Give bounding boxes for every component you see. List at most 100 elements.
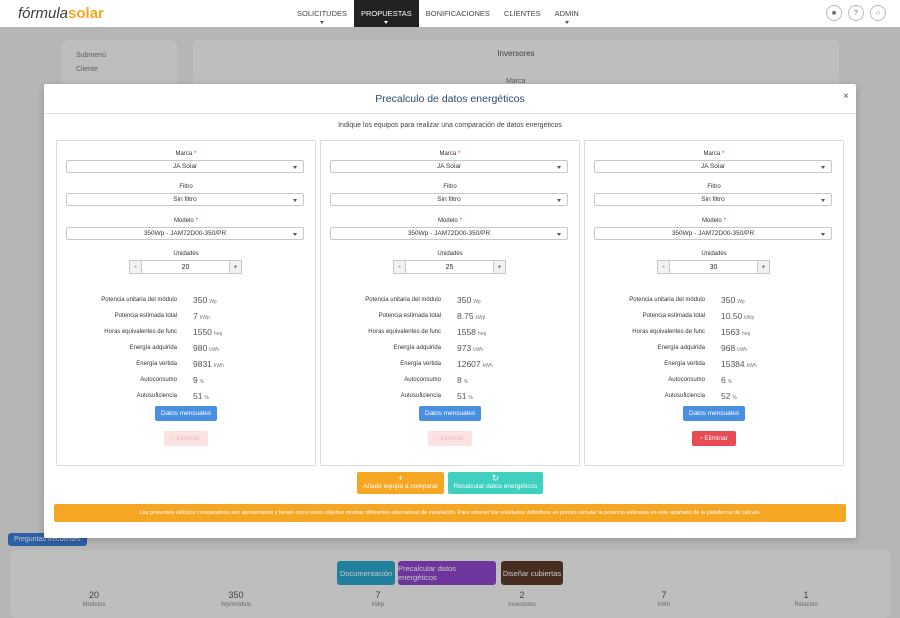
unidades-label: Unidades [57, 251, 315, 257]
chevron-down-icon [384, 21, 389, 24]
metric-number: 1558 [457, 327, 476, 337]
monthly-data-button[interactable]: Datos mensuales [683, 406, 745, 421]
metric-energia-adquirida: Energía adquirida 968 kWh [585, 343, 843, 355]
metric-horas: Horas equivalentes de func 1558 heq [321, 327, 579, 339]
metric-label: Autoconsumo [140, 377, 177, 383]
metric-number: 350 [457, 295, 472, 305]
increment-button[interactable]: + [493, 260, 506, 274]
delete-button: ▫ Eliminar [428, 431, 472, 446]
metric-value: 968 kWh [721, 343, 747, 353]
label-text: Marca [175, 151, 193, 157]
metric-unit: % [199, 379, 205, 385]
nav-propuestas[interactable]: PROPUESTAS [354, 0, 419, 27]
nav-clientes[interactable]: CLIENTES [497, 0, 548, 27]
metric-energia-vertida: Energía vertida 15384 kWh [585, 359, 843, 371]
recalculate-button[interactable]: ↻ Recalcular datos energéticos [448, 472, 543, 494]
label-text: Unidades [173, 251, 199, 257]
increment-button[interactable]: + [757, 260, 770, 274]
filtro-select[interactable]: Sin filtro [330, 193, 568, 206]
metric-energia-vertida: Energía vertida 9831 kWh [57, 359, 315, 371]
filtro-select[interactable]: Sin filtro [66, 193, 304, 206]
nav-bonificaciones[interactable]: BONIFICACIONES [419, 0, 497, 27]
filtro-select[interactable]: Sin filtro [594, 193, 832, 206]
metric-energia-adquirida: Energía adquirida 980 kWh [57, 343, 315, 355]
unidades-input[interactable]: 25 [406, 260, 493, 274]
metric-number: 980 [193, 343, 208, 353]
metric-unit: kWp [744, 315, 755, 321]
chevron-down-icon [564, 21, 569, 24]
metric-label: Horas equivalentes de func [632, 329, 705, 335]
metric-number: 9831 [193, 359, 212, 369]
nav-admin[interactable]: ADMIN [548, 0, 586, 27]
bell-icon[interactable]: ■ [826, 5, 842, 21]
metric-label: Horas equivalentes de func [104, 329, 177, 335]
metric-number: 1563 [721, 327, 740, 337]
comparison-column-3: Marca * JA Solar Filtro Sin filtro Modelo… [584, 140, 844, 466]
metric-value: 1550 heq [193, 327, 222, 337]
metric-value: 1558 heq [457, 327, 486, 337]
chevron-down-icon [320, 21, 324, 24]
marca-select[interactable]: JA Solar [594, 160, 832, 173]
precalculo-modal: Precalculo de datos energéticos × Indiqu… [44, 84, 856, 538]
close-icon[interactable]: × [843, 91, 849, 102]
comparison-column-1: Marca * JA Solar Filtro Sin filtro Modelo… [56, 140, 316, 466]
metric-value: 6% [721, 375, 732, 385]
modelo-select[interactable]: 350Wp - JAM72D00-350/PR [330, 227, 568, 240]
help-icon[interactable]: ? [848, 5, 864, 21]
metric-horas: Horas equivalentes de func 1563 heq [585, 327, 843, 339]
monthly-data-button[interactable]: Datos mensuales [419, 406, 481, 421]
user-icon[interactable]: ○ [870, 5, 886, 21]
logo-text: fórmula [18, 5, 69, 22]
metric-value: 51% [193, 391, 209, 401]
monthly-data-button[interactable]: Datos mensuales [155, 406, 217, 421]
metric-value: 9% [193, 375, 204, 385]
logo-accent-text: solar [68, 5, 104, 22]
marca-label: Marca * [57, 151, 315, 157]
required-mark: * [459, 218, 463, 224]
unidades-stepper: - 30 + [657, 260, 770, 274]
metric-autoconsumo: Autoconsumo 6% [585, 375, 843, 387]
metric-potencia-total: Potencia estimada total 8.75 kWp [321, 311, 579, 323]
dropdown-arrow-icon [293, 199, 297, 202]
unidades-input[interactable]: 20 [142, 260, 229, 274]
select-value: 350Wp - JAM72D00-350/PR [407, 230, 491, 237]
metric-unit: Wp [737, 299, 745, 305]
metric-unit: kWh [746, 363, 757, 369]
select-value: JA Solar [700, 163, 726, 170]
add-equipment-button[interactable]: + Añadir equipo a comparar [357, 472, 444, 494]
decrement-button[interactable]: - [657, 260, 670, 274]
metric-potencia-unitaria: Potencia unitaria del módulo 350 Wp [57, 295, 315, 307]
increment-button[interactable]: + [229, 260, 242, 274]
marca-select[interactable]: JA Solar [66, 160, 304, 173]
required-mark: * [722, 151, 725, 157]
metric-label: Autosuficiencia [400, 393, 441, 399]
modelo-label: Modelo * [585, 218, 843, 224]
label-text: Modelo [437, 218, 458, 224]
delete-button[interactable]: ▫ Eliminar [692, 431, 736, 446]
decrement-button[interactable]: - [129, 260, 142, 274]
nav-solicitudes[interactable]: SOLICITUDES [290, 0, 354, 27]
metric-autosuficiencia: Autosuficiencia 51% [57, 391, 315, 403]
metric-unit: kWp [475, 315, 486, 321]
metric-unit: kWh [213, 363, 224, 369]
select-value: Sin filtro [173, 196, 197, 203]
decrement-button[interactable]: - [393, 260, 406, 274]
button-label: Eliminar [176, 435, 200, 442]
metric-potencia-unitaria: Potencia unitaria del módulo 350 Wp [321, 295, 579, 307]
marca-select[interactable]: JA Solar [330, 160, 568, 173]
app-logo[interactable]: fórmulasolar [18, 5, 104, 22]
modelo-select[interactable]: 350Wp - JAM72D00-350/PR [594, 227, 832, 240]
top-navbar: fórmulasolar SOLICITUDES PROPUESTAS BONI… [0, 0, 900, 27]
button-label: Datos mensuales [688, 410, 740, 417]
metric-value: 15384 kWh [721, 359, 757, 369]
metric-number: 51 [193, 391, 203, 401]
dropdown-arrow-icon [557, 233, 561, 236]
nav-label: CLIENTES [503, 9, 541, 18]
modelo-select[interactable]: 350Wp - JAM72D00-350/PR [66, 227, 304, 240]
metric-label: Autoconsumo [668, 377, 705, 383]
metric-label: Energía vertida [664, 361, 705, 367]
unidades-input[interactable]: 30 [670, 260, 757, 274]
metric-label: Autoconsumo [404, 377, 441, 383]
metric-value: 350 Wp [721, 295, 745, 305]
metric-value: 9831 kWh [193, 359, 224, 369]
